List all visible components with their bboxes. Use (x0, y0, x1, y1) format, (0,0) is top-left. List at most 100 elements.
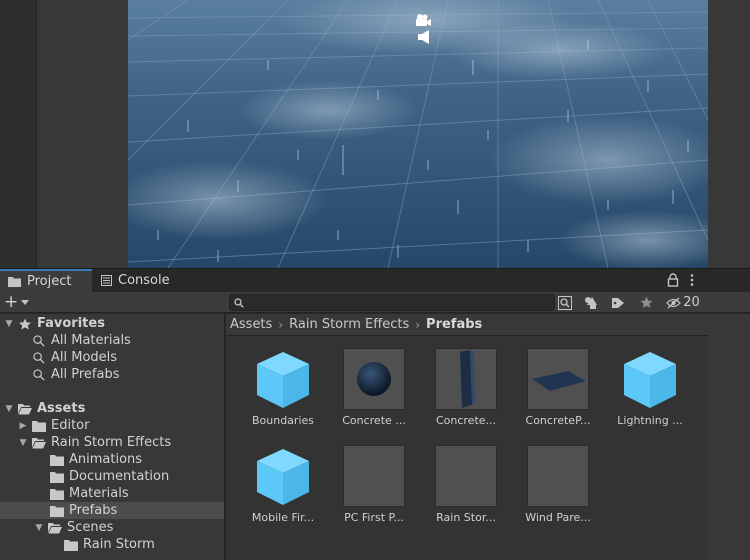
expand-arrow-icon[interactable]: ▼ (18, 438, 28, 448)
tree-item-label: All Models (51, 350, 118, 365)
search-by-label-button[interactable] (606, 294, 630, 311)
asset-name: Concrete ... (342, 414, 406, 427)
asset-grid: Boundaries Concrete ... Concrete... Conc… (226, 336, 708, 560)
empty-thumbnail (435, 445, 497, 507)
create-asset-button[interactable]: + (4, 293, 38, 312)
folder-open-icon (48, 522, 62, 533)
asset-item[interactable]: Mobile Fir... (236, 433, 316, 524)
folder-icon (50, 454, 64, 466)
asset-name: Lightning ... (617, 414, 683, 427)
tree-item-animations[interactable]: Animations (0, 451, 224, 468)
sphere-thumbnail (343, 348, 405, 410)
breadcrumb-rain-storm-effects[interactable]: Rain Storm Effects (289, 317, 409, 332)
search-icon (33, 368, 45, 381)
search-icon (33, 334, 45, 347)
asset-name: ConcreteP... (525, 414, 591, 427)
favorite-all-prefabs[interactable]: All Prefabs (0, 366, 224, 383)
empty-thumbnail (527, 445, 589, 507)
asset-item[interactable]: Boundaries (236, 336, 316, 427)
asset-item[interactable]: Lightning ... (603, 336, 683, 427)
search-input[interactable] (230, 295, 554, 310)
hierarchy-panel (37, 0, 128, 268)
pillar-thumbnail (435, 348, 497, 410)
tree-item-assets[interactable]: ▼ Assets (0, 400, 224, 417)
folder-icon (64, 539, 78, 551)
tree-item-label: Scenes (67, 520, 114, 535)
type-filter-icon (585, 296, 597, 309)
hidden-count: 20 (683, 295, 700, 310)
tree-item-editor[interactable]: ▶ Editor (0, 417, 224, 434)
asset-name: Boundaries (251, 414, 315, 427)
asset-item[interactable]: ConcreteP... (511, 336, 591, 427)
inspector-panel-edge (708, 314, 750, 560)
folder-icon (8, 277, 21, 287)
tree-item-rain-storm-effects[interactable]: ▼ Rain Storm Effects (0, 434, 224, 451)
tree-item-label: Rain Storm (83, 537, 155, 552)
tab-project[interactable]: Project (0, 269, 92, 292)
asset-name: PC First P... (344, 511, 404, 524)
tree-item-documentation[interactable]: Documentation (0, 468, 224, 485)
lock-icon[interactable] (667, 273, 679, 287)
prefab-cube-icon (624, 352, 676, 408)
favorite-all-models[interactable]: All Models (0, 349, 224, 366)
console-icon (101, 275, 112, 286)
eye-slash-icon (666, 297, 682, 308)
tree-item-label: Favorites (37, 316, 105, 331)
tree-item-favorites[interactable]: ▼ Favorites (0, 315, 224, 332)
tree-item-label: Prefabs (69, 503, 118, 518)
chevron-right-icon: › (415, 317, 421, 332)
tab-console-label: Console (118, 273, 170, 288)
scene-viewport[interactable] (128, 0, 708, 268)
expand-arrow-icon[interactable]: ▼ (4, 319, 14, 329)
folder-icon (50, 471, 64, 483)
collapse-arrow-icon[interactable]: ▶ (18, 421, 28, 431)
more-options-icon[interactable] (688, 273, 696, 287)
asset-item[interactable]: PC First P... (327, 433, 407, 524)
asset-item[interactable]: Wind Pare... (511, 433, 591, 524)
tree-item-label: Documentation (69, 469, 170, 484)
asset-item[interactable]: Concrete... (419, 336, 499, 427)
chevron-right-icon: › (278, 317, 284, 332)
breadcrumb-prefabs[interactable]: Prefabs (426, 317, 482, 332)
search-by-project-button[interactable] (557, 294, 573, 311)
expand-arrow-icon[interactable]: ▼ (34, 523, 44, 533)
search-icon (234, 298, 244, 308)
tree-item-label: Rain Storm Effects (51, 435, 172, 450)
asset-item[interactable]: Concrete ... (327, 336, 407, 427)
tree-item-label: Materials (69, 486, 129, 501)
tag-icon (612, 297, 624, 308)
tree-item-scenes[interactable]: ▼ Scenes (0, 519, 224, 536)
star-icon (19, 317, 31, 330)
asset-name: Rain Stor... (436, 511, 496, 524)
tab-console[interactable]: Console (93, 269, 183, 292)
expand-arrow-icon[interactable]: ▼ (4, 404, 14, 414)
search-field[interactable] (229, 294, 555, 311)
dropdown-arrow-icon (21, 299, 30, 305)
hidden-packages-button[interactable]: 20 (663, 294, 703, 311)
tree-item-label: Editor (51, 418, 90, 433)
tree-item-rain-storm[interactable]: Rain Storm (0, 536, 224, 553)
search-by-type-button[interactable] (579, 294, 603, 311)
folder-icon (50, 488, 64, 500)
empty-thumbnail (343, 445, 405, 507)
scene-area (0, 0, 750, 268)
star-icon (639, 296, 653, 308)
inspector-panel-edge (708, 0, 750, 268)
folder-tree: ▼ Favorites All Materials All Models All… (0, 314, 225, 560)
breadcrumb-assets[interactable]: Assets (230, 317, 272, 332)
asset-item[interactable]: Rain Stor... (419, 433, 499, 524)
plane-thumbnail (527, 348, 589, 410)
tree-item-label: Assets (37, 401, 86, 416)
save-search-button[interactable] (634, 294, 658, 311)
tree-item-prefabs[interactable]: Prefabs (0, 502, 224, 519)
search-icon (33, 351, 45, 364)
scene-render (128, 0, 708, 268)
breadcrumb: Assets › Rain Storm Effects › Prefabs (226, 314, 708, 336)
project-panel: Project Console + 20 ▼ Favorites All Mat… (0, 268, 750, 560)
search-scope-icon (558, 295, 572, 310)
tree-item-label: All Materials (51, 333, 131, 348)
plus-icon: + (4, 292, 19, 312)
tree-item-label: All Prefabs (51, 367, 120, 382)
favorite-all-materials[interactable]: All Materials (0, 332, 224, 349)
tree-item-materials[interactable]: Materials (0, 485, 224, 502)
